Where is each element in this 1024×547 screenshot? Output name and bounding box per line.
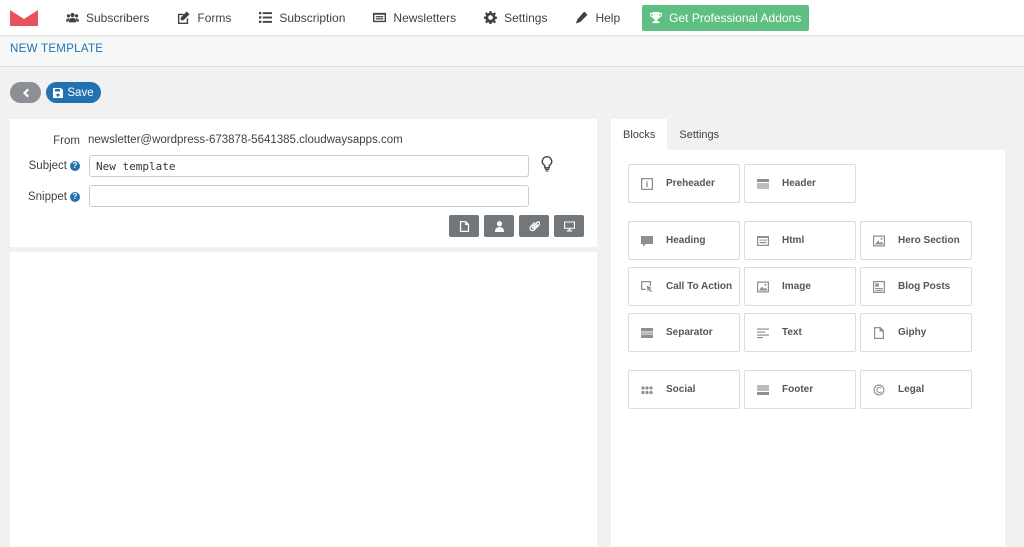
block-giphy-label: Giphy	[898, 327, 927, 338]
from-value: newsletter@wordpress-673878-5641385.clou…	[88, 134, 403, 146]
block-html[interactable]: Html	[744, 221, 856, 260]
attachment-button[interactable]	[519, 215, 549, 237]
block-legal[interactable]: Legal	[860, 370, 972, 409]
social-icon	[641, 385, 653, 394]
pen-icon	[576, 11, 588, 24]
file-icon	[874, 326, 884, 339]
sidebar-tabs: Blocks Settings	[611, 119, 731, 150]
text-lines-icon	[757, 328, 769, 338]
newsletter-icon	[373, 12, 387, 23]
block-heading-label: Heading	[666, 235, 706, 246]
nav-settings-label: Settings	[504, 10, 548, 25]
tab-blocks[interactable]: Blocks	[611, 119, 668, 150]
user-preview-button[interactable]	[484, 215, 514, 237]
snippet-label-text: Snippet	[27, 191, 67, 203]
user-icon	[494, 220, 504, 232]
chevron-left-icon	[22, 88, 29, 97]
page-title-bar: NEW TEMPLATE	[0, 37, 1024, 67]
block-preheader-label: Preheader	[666, 178, 715, 189]
edit-icon	[178, 11, 190, 24]
blog-posts-icon	[873, 280, 885, 293]
block-hero-section-label: Hero Section	[898, 235, 960, 246]
block-legal-label: Legal	[898, 384, 925, 395]
html-icon	[757, 235, 769, 246]
snippet-help-icon[interactable]: ?	[70, 192, 80, 202]
email-settings-panel: From newsletter@wordpress-673878-5641385…	[10, 119, 597, 247]
block-footer-label: Footer	[782, 384, 814, 395]
block-header[interactable]: Header	[744, 164, 856, 203]
block-separator-label: Separator	[666, 327, 713, 338]
nav-newsletters-label: Newsletters	[393, 10, 457, 25]
monitor-icon	[563, 220, 575, 232]
block-header-label: Header	[782, 178, 816, 189]
tab-settings[interactable]: Settings	[667, 119, 731, 150]
save-button-label: Save	[67, 86, 94, 99]
subject-label-text: Subject	[28, 160, 67, 172]
subject-help-icon[interactable]: ?	[70, 161, 80, 171]
subject-label: Subject ?	[10, 159, 80, 173]
block-blog-posts-label: Blog Posts	[898, 281, 951, 292]
heading-icon	[641, 235, 653, 246]
block-heading[interactable]: Heading	[628, 221, 740, 260]
trophy-icon	[650, 11, 663, 23]
footer-icon	[757, 384, 769, 395]
save-button[interactable]: Save	[46, 82, 101, 103]
nav-subscription-label: Subscription	[279, 10, 346, 25]
nav-newsletters[interactable]: Newsletters	[359, 0, 470, 36]
nav-help-label: Help	[595, 10, 621, 25]
block-html-label: Html	[782, 235, 805, 246]
users-icon	[66, 13, 79, 23]
gear-icon	[484, 11, 498, 24]
list-icon	[259, 11, 273, 23]
block-text[interactable]: Text	[744, 313, 856, 352]
block-separator[interactable]: Separator	[628, 313, 740, 352]
blocks-panel: Preheader Header Heading Html Hero Secti…	[611, 150, 1005, 547]
email-canvas[interactable]	[10, 252, 597, 547]
document-icon	[459, 220, 469, 232]
block-footer[interactable]: Footer	[744, 370, 856, 409]
nav-subscribers[interactable]: Subscribers	[66, 0, 163, 36]
snippet-input[interactable]	[89, 185, 529, 207]
block-image[interactable]: Image	[744, 267, 856, 306]
info-square-icon	[641, 177, 653, 190]
block-image-label: Image	[782, 281, 811, 292]
top-navigation: Subscribers Forms Subscription Newslette…	[0, 0, 1024, 36]
copyright-icon	[873, 384, 885, 395]
from-label-text: From	[53, 135, 80, 147]
nav-help[interactable]: Help	[561, 0, 634, 36]
block-call-to-action[interactable]: Call To Action	[628, 267, 740, 306]
desktop-preview-button[interactable]	[554, 215, 584, 237]
back-button[interactable]	[10, 82, 41, 103]
cursor-click-icon	[641, 280, 652, 292]
block-preheader[interactable]: Preheader	[628, 164, 740, 203]
get-professional-addons-button[interactable]: Get Professional Addons	[642, 4, 810, 31]
hero-image-icon	[873, 235, 885, 246]
lightbulb-icon[interactable]	[541, 156, 553, 172]
nav-forms-label: Forms	[197, 10, 232, 25]
paperclip-icon	[528, 220, 540, 231]
header-icon	[757, 178, 769, 189]
block-social[interactable]: Social	[628, 370, 740, 409]
nav-subscription[interactable]: Subscription	[245, 0, 359, 36]
nav-settings[interactable]: Settings	[470, 0, 561, 36]
newsletter-logo-icon[interactable]	[10, 9, 38, 26]
page-title: NEW TEMPLATE	[10, 43, 104, 55]
document-button[interactable]	[449, 215, 479, 237]
block-text-label: Text	[782, 327, 802, 338]
nav-forms[interactable]: Forms	[163, 0, 245, 36]
block-hero-section[interactable]: Hero Section	[860, 221, 972, 260]
block-giphy[interactable]: Giphy	[860, 313, 972, 352]
block-social-label: Social	[666, 384, 696, 395]
snippet-label: Snippet ?	[10, 190, 80, 204]
subject-input[interactable]	[89, 155, 529, 177]
image-icon	[757, 281, 769, 292]
nav-subscribers-label: Subscribers	[86, 10, 150, 25]
floppy-disk-icon	[53, 87, 64, 98]
separator-icon	[641, 327, 653, 338]
block-call-to-action-label: Call To Action	[666, 281, 733, 292]
from-label: From	[10, 134, 80, 148]
block-blog-posts[interactable]: Blog Posts	[860, 267, 972, 306]
get-professional-addons-label: Get Professional Addons	[669, 10, 802, 25]
